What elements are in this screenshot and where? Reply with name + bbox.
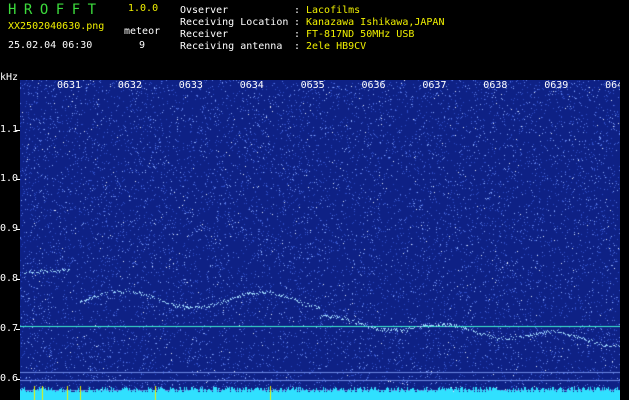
time-label: 0632 bbox=[117, 80, 142, 91]
time-label: 0640 bbox=[605, 80, 620, 91]
observer-value: Lacofilms bbox=[306, 5, 361, 16]
receiver-value: FT-817ND 50MHz USB bbox=[306, 29, 415, 40]
time-label: 0638 bbox=[483, 80, 508, 91]
time-label: 0637 bbox=[422, 80, 447, 91]
meteor-label: meteor bbox=[124, 26, 161, 37]
time-label: 0635 bbox=[300, 80, 325, 91]
app-version: 1.0.0 bbox=[128, 3, 159, 14]
spectrogram-plot: 0631 0632 0633 0634 0635 0636 0637 0638 0639 0640 bbox=[20, 80, 620, 400]
time-label: 0634 bbox=[239, 80, 264, 91]
receiver-label: Receiver bbox=[180, 29, 229, 40]
location-separator: : bbox=[294, 17, 301, 28]
observer-separator: : bbox=[294, 5, 301, 16]
timestamp: 25.02.04 06:30 bbox=[8, 40, 93, 51]
y-axis-unit: kHz bbox=[0, 72, 19, 83]
spectrogram-canvas bbox=[20, 80, 620, 400]
time-label: 0631 bbox=[57, 80, 82, 91]
observer-label: Ovserver bbox=[180, 5, 229, 16]
antenna-separator: : bbox=[294, 41, 301, 52]
time-label: 0639 bbox=[544, 80, 569, 91]
filename: XX2502040630.png bbox=[8, 21, 105, 32]
hrofft-window: HROFFT 1.0.0 XX2502040630.png meteor 25.… bbox=[0, 0, 629, 400]
location-label: Receiving Location bbox=[180, 17, 289, 28]
receiver-separator: : bbox=[294, 29, 301, 40]
time-label: 0633 bbox=[178, 80, 203, 91]
location-value: Kanazawa Ishikawa,JAPAN bbox=[306, 17, 445, 28]
antenna-value: 2ele HB9CV bbox=[306, 41, 367, 52]
antenna-label: Receiving antenna bbox=[180, 41, 283, 52]
app-title: HROFFT bbox=[8, 2, 104, 18]
time-label: 0636 bbox=[361, 80, 386, 91]
meteor-count: 9 bbox=[139, 40, 146, 51]
